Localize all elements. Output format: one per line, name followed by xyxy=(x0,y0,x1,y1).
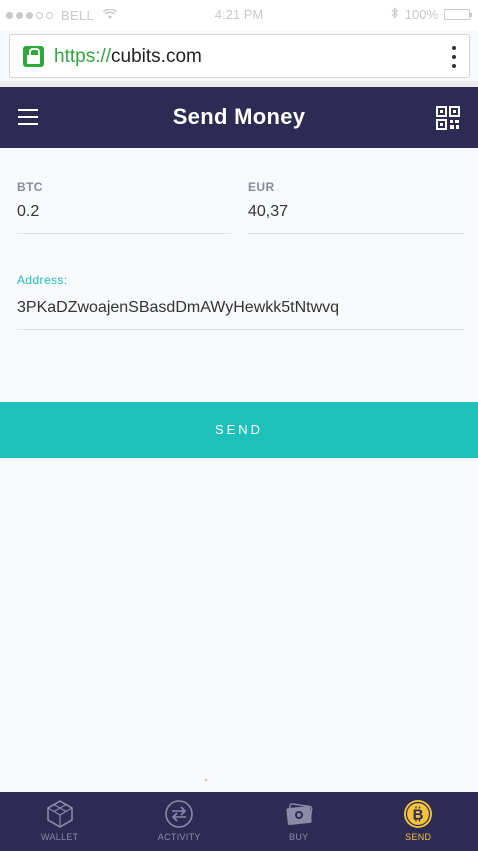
status-right: 100% xyxy=(391,7,472,22)
tab-wallet[interactable]: WALLET xyxy=(0,792,120,851)
battery-percent: 100% xyxy=(404,7,438,22)
tab-wallet-label: WALLET xyxy=(41,832,79,842)
tab-buy[interactable]: BUY xyxy=(239,792,359,851)
bluetooth-icon xyxy=(391,7,399,22)
eur-amount-field[interactable]: EUR 40,37 xyxy=(248,180,464,234)
url-text[interactable]: https://cubits.com xyxy=(54,46,202,68)
buy-cash-icon xyxy=(284,799,314,829)
tab-buy-label: BUY xyxy=(289,832,309,842)
btc-input[interactable]: 0.2 xyxy=(17,203,231,221)
tab-send-label: SEND xyxy=(405,832,432,842)
btc-amount-field[interactable]: BTC 0.2 xyxy=(17,180,231,234)
tab-activity[interactable]: ACTIVITY xyxy=(120,792,240,851)
battery-icon xyxy=(444,9,472,20)
url-host: cubits.com xyxy=(111,46,202,67)
status-bar: BELL 4:21 PM 100% xyxy=(0,0,478,31)
address-bar[interactable]: https://cubits.com xyxy=(9,34,470,78)
lock-icon xyxy=(23,46,44,67)
tab-send[interactable]: B SEND xyxy=(359,792,478,851)
app-header: Send Money xyxy=(0,87,478,148)
bottom-tab-bar: WALLET ACTIVITY BUY B SEND xyxy=(0,792,478,851)
send-button[interactable]: SEND xyxy=(0,402,478,458)
btc-label: BTC xyxy=(17,180,43,194)
address-label: Address: xyxy=(17,273,68,287)
svg-text:B: B xyxy=(413,807,424,824)
eur-label: EUR xyxy=(248,180,275,194)
btc-underline xyxy=(17,233,231,234)
page-title: Send Money xyxy=(172,104,306,129)
bitcoin-icon: B xyxy=(403,799,433,829)
tab-activity-label: ACTIVITY xyxy=(157,832,201,842)
eur-underline xyxy=(248,233,464,234)
more-menu-icon[interactable] xyxy=(451,46,457,68)
artifact-dot xyxy=(205,779,207,781)
address-input[interactable]: 3PKaDZwoajenSBasdDmAWyHewkk5tNtwvq xyxy=(17,299,464,317)
address-field[interactable]: Address: 3PKaDZwoajenSBasdDmAWyHewkk5tNt… xyxy=(17,273,464,330)
qr-code-icon[interactable] xyxy=(436,106,460,130)
activity-arrows-icon xyxy=(164,799,194,829)
address-underline xyxy=(17,329,464,330)
eur-input[interactable]: 40,37 xyxy=(248,203,464,221)
wallet-cube-icon xyxy=(45,799,75,829)
url-scheme: https:// xyxy=(54,46,112,67)
